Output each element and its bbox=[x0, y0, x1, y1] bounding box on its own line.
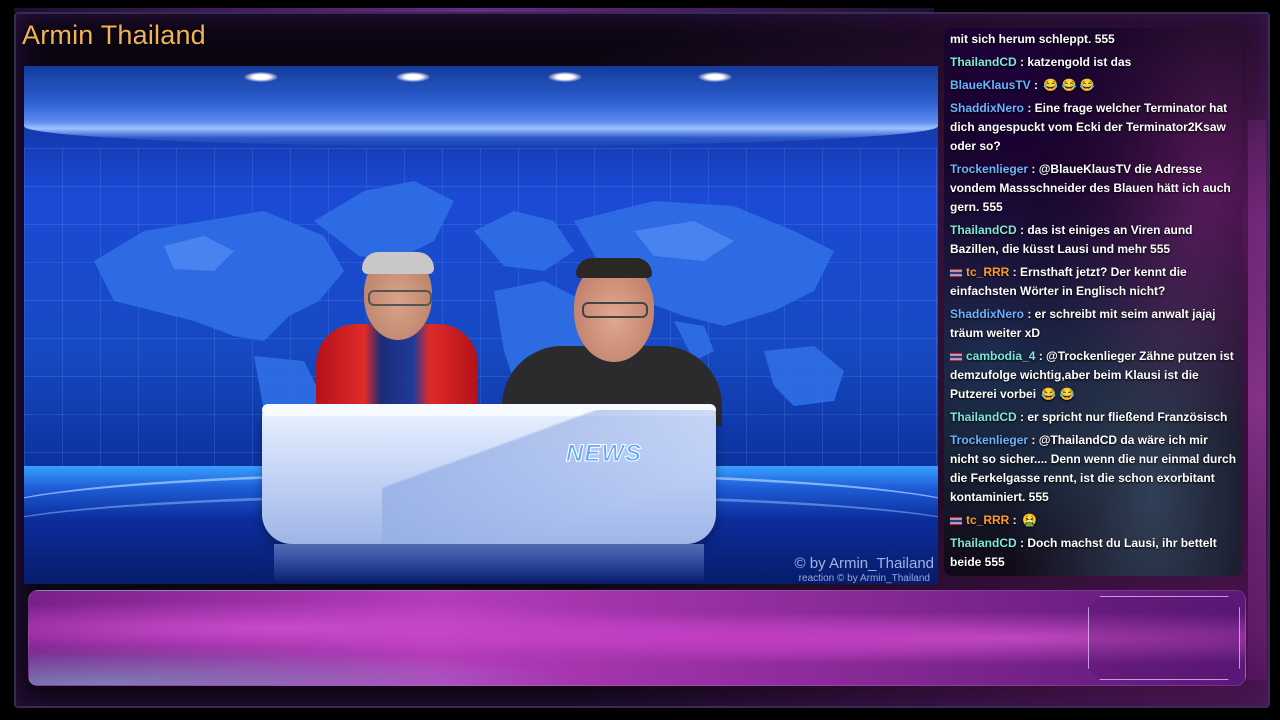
bottom-banner bbox=[28, 590, 1246, 686]
banner-frame-box bbox=[1088, 596, 1240, 680]
chat-username[interactable]: ThailandCD bbox=[950, 410, 1017, 424]
chat-text: : katzengold ist das bbox=[1016, 55, 1132, 69]
emoji-icon: 🤮 bbox=[1022, 513, 1037, 527]
dark-hair bbox=[576, 258, 652, 278]
chat-message: cambodia_4 : @Trockenlieger Zähne putzen… bbox=[950, 347, 1238, 404]
ceiling-light bbox=[548, 72, 582, 82]
glasses-icon bbox=[368, 290, 432, 306]
chat-message: tc_RRR : 🤮 bbox=[950, 511, 1238, 530]
chat-panel[interactable]: mit sich herum schleppt. 555 ThailandCD :… bbox=[944, 28, 1242, 576]
chat-username[interactable]: Trockenlieger bbox=[950, 433, 1028, 447]
studio-ceiling bbox=[24, 66, 938, 146]
chat-username[interactable]: ThailandCD bbox=[950, 55, 1017, 69]
desk-reflection bbox=[274, 544, 704, 584]
chat-message: BlaueKlausTV : 😂 😂 😂 bbox=[950, 76, 1238, 95]
chat-message: mit sich herum schleppt. 555 bbox=[950, 30, 1238, 49]
video-watermark-sub: reaction © by Armin_Thailand bbox=[798, 573, 930, 584]
chat-message: ThailandCD : er spricht nur fließend Fra… bbox=[950, 408, 1238, 427]
chat-username[interactable]: Trockenlieger bbox=[950, 162, 1028, 176]
ceiling-light bbox=[244, 72, 278, 82]
glasses-icon bbox=[582, 302, 648, 318]
ceiling-light bbox=[396, 72, 430, 82]
chat-message: tc_RRR : Ernsthaft jetzt? Der kennt die … bbox=[950, 263, 1238, 301]
chat-message: ShaddixNero : er schreibt mit seim anwal… bbox=[950, 305, 1238, 343]
side-glow bbox=[1248, 120, 1266, 680]
ceiling-light bbox=[698, 72, 732, 82]
emoji-icon: 😂 😂 😂 bbox=[1043, 78, 1095, 92]
chat-username[interactable]: cambodia_4 bbox=[966, 349, 1035, 363]
chat-text: mit sich herum schleppt. 555 bbox=[950, 32, 1115, 46]
chat-username[interactable]: ShaddixNero bbox=[950, 101, 1024, 115]
desk-swoosh bbox=[382, 410, 716, 544]
presenter-left bbox=[306, 252, 486, 424]
thai-flag-icon bbox=[950, 268, 962, 277]
video-watermark: © by Armin_Thailand bbox=[794, 555, 934, 572]
chat-username[interactable]: tc_RRR bbox=[966, 265, 1009, 279]
chat-text: : bbox=[1030, 78, 1042, 92]
chat-message: ShaddixNero : Eine frage welcher Termina… bbox=[950, 99, 1238, 156]
chat-message-list: mit sich herum schleppt. 555 ThailandCD :… bbox=[950, 30, 1238, 576]
chat-text: : er spricht nur fließend Französisch bbox=[1016, 410, 1228, 424]
chat-message: Trockenlieger : @ThailandCD da wäre ich … bbox=[950, 431, 1238, 507]
chat-message: Trockenlieger : @BlaueKlausTV die Adress… bbox=[950, 160, 1238, 217]
thai-flag-icon bbox=[950, 352, 962, 361]
chat-username[interactable]: ThailandCD bbox=[950, 223, 1017, 237]
chat-username[interactable]: ShaddixNero bbox=[950, 307, 1024, 321]
chat-message: ThailandCD : Doch machst du Lausi, ihr b… bbox=[950, 534, 1238, 572]
chat-username[interactable]: BlaueKlausTV bbox=[950, 78, 1031, 92]
chat-username[interactable]: tc_RRR bbox=[966, 513, 1009, 527]
chat-message: ThailandCD : katzengold ist das bbox=[950, 53, 1238, 72]
video-player[interactable]: NEWS © by Armin_Thailand reaction © by A… bbox=[24, 66, 938, 584]
chat-text: : bbox=[1009, 513, 1021, 527]
grey-hair bbox=[362, 252, 434, 274]
chat-message: ThailandCD : das ist einiges an Viren au… bbox=[950, 221, 1238, 259]
presenter-right bbox=[502, 256, 722, 426]
news-logo: NEWS bbox=[566, 440, 642, 468]
news-desk bbox=[262, 404, 716, 544]
channel-title: Armin Thailand bbox=[22, 20, 206, 50]
thai-flag-icon bbox=[950, 516, 962, 525]
chat-username[interactable]: ThailandCD bbox=[950, 536, 1017, 550]
emoji-icon: 😂 😂 bbox=[1041, 387, 1075, 401]
